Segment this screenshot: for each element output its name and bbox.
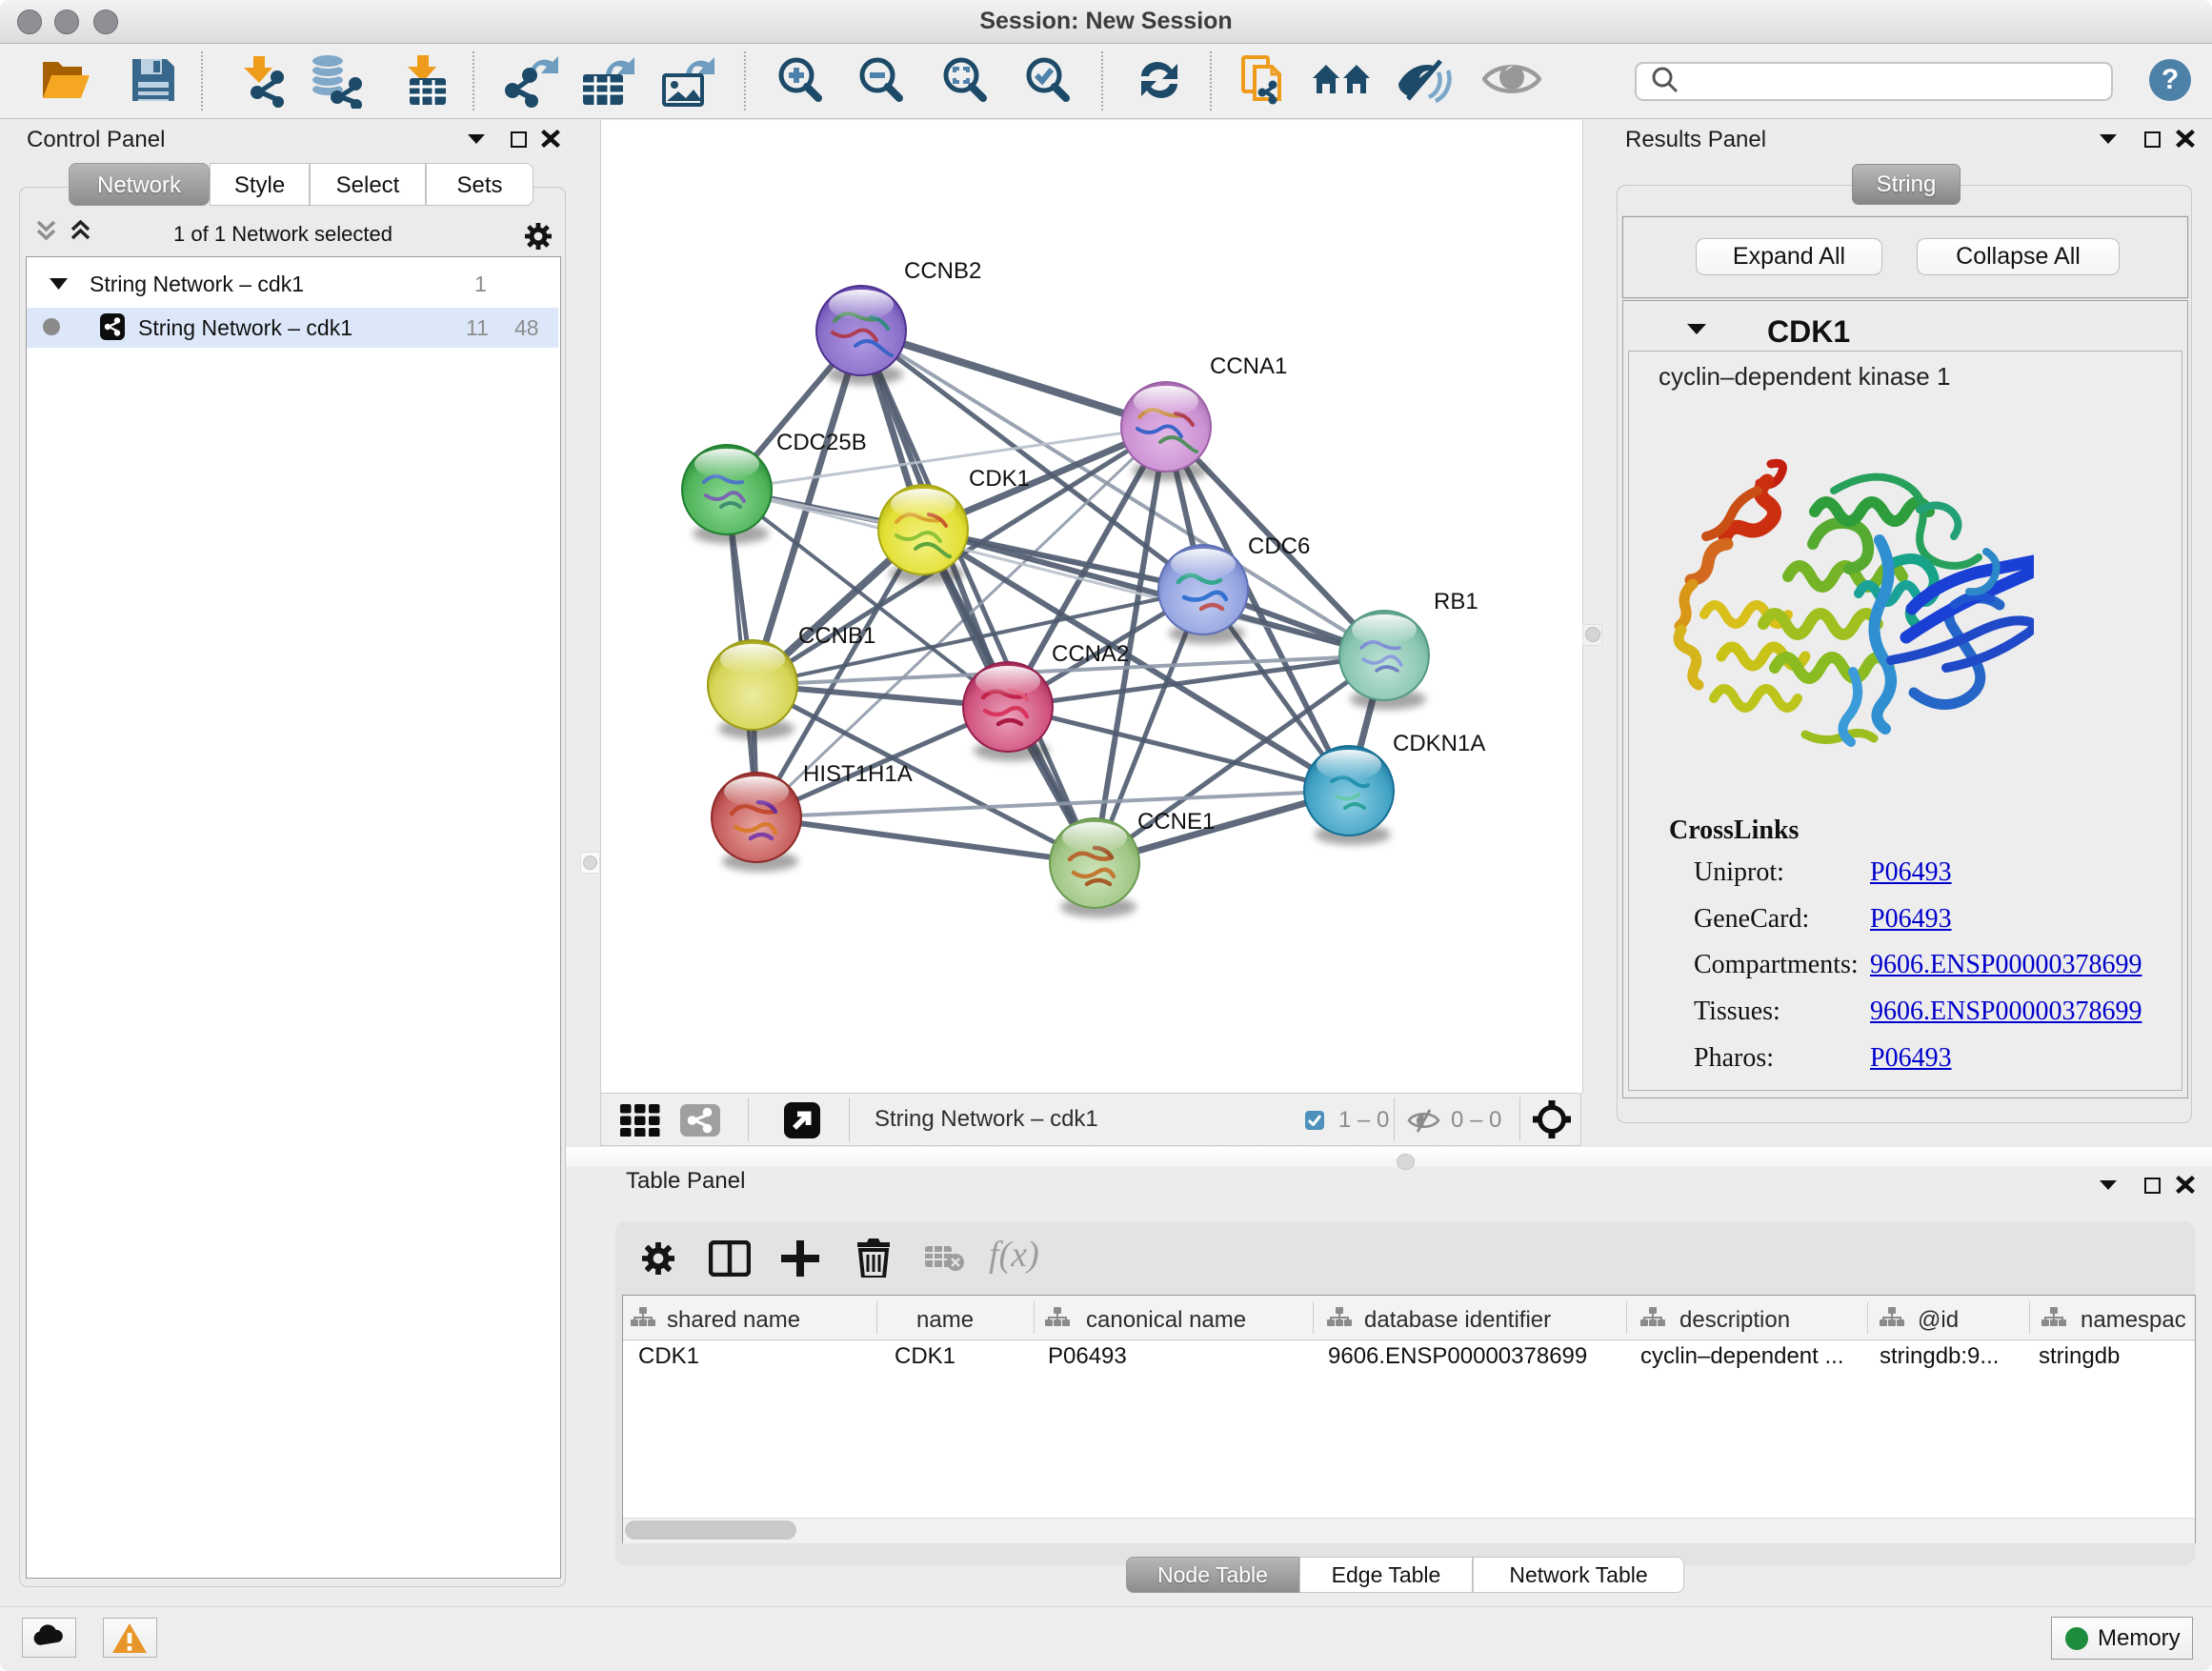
- svg-text:RB1: RB1: [1434, 589, 1478, 614]
- svg-text:CCNA1: CCNA1: [1210, 353, 1287, 379]
- svg-text:CDK1: CDK1: [969, 466, 1030, 492]
- svg-text:CCNA2: CCNA2: [1052, 641, 1129, 667]
- svg-text:CDC6: CDC6: [1248, 534, 1310, 559]
- svg-text:CCNB1: CCNB1: [798, 623, 875, 649]
- svg-text:CDKN1A: CDKN1A: [1393, 731, 1485, 756]
- svg-text:CCNB2: CCNB2: [904, 258, 981, 284]
- svg-text:HIST1H1A: HIST1H1A: [803, 761, 913, 787]
- svg-text:CCNE1: CCNE1: [1137, 809, 1215, 835]
- svg-text:CDC25B: CDC25B: [776, 430, 867, 455]
